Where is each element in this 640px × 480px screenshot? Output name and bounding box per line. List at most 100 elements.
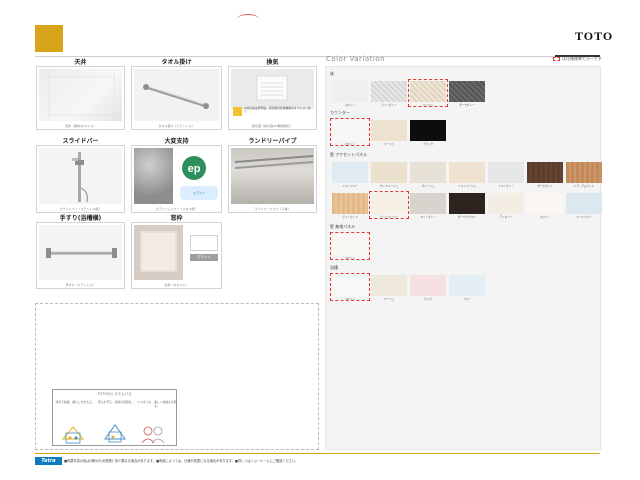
swatch-color (449, 162, 485, 183)
swatch-color (410, 162, 446, 183)
towel-bar-photo (134, 69, 219, 121)
swatch-color (488, 193, 524, 214)
equipment-card-shower: 大変支持 ep エアイン エアインシャワー（メタル調） (131, 136, 222, 213)
equipment-card-window-frame: 窓枠 ホワイト 窓枠（ホワイト） (131, 213, 222, 289)
color-swatch[interactable]: ミストブルー (331, 161, 369, 188)
info-col-1: 清潔で快適、暮らしを支える。 (55, 400, 95, 404)
equipment-title: 窓枠 (170, 215, 183, 222)
swatch-name: ホワイト (344, 104, 356, 107)
equipment-frame: ランドリーパイプ（２本） (228, 145, 317, 213)
swatch-name: ミディアムウッド (573, 185, 595, 188)
swatch-color (410, 81, 446, 102)
swatch-name: ライトベージュ (380, 216, 398, 219)
equipment-card-handrail: 手すり(浴槽横) 手すり（ステンレス） (36, 213, 125, 289)
swatch-name: グレージュ (421, 185, 435, 188)
swatch-name: ベージュ (383, 143, 395, 146)
info-box: TOTOのシステムバス 清潔で快適、暮らしを支える。 安心を守る、家族の笑顔を。… (52, 389, 177, 446)
air-in-badge: エアイン (180, 186, 218, 200)
color-swatch-standard[interactable]: ホワイト (330, 232, 370, 260)
shower-photo (134, 148, 173, 204)
color-swatch[interactable]: ベージュ (370, 119, 408, 146)
swatch-name: ホワイト (344, 257, 356, 260)
swatch-color (371, 193, 407, 214)
footer: Tetra ■掲載写真の色は印刷のため実物と多少異なる場合があります。■商品によ… (35, 457, 600, 466)
swatch-color (371, 162, 407, 183)
swatch-color (410, 120, 446, 141)
swatch-color (566, 193, 602, 214)
swatch-color (332, 81, 368, 102)
swatch-color (527, 193, 563, 214)
color-section-label: カウンター (330, 110, 350, 115)
equipment-caption: 窓枠（ホワイト） (164, 283, 189, 287)
color-swatch[interactable]: アイボリー (487, 192, 525, 219)
swatch-color (488, 162, 524, 183)
equipment-card-laundry-pipe: ランドリーパイプ ランドリーパイプ（２本） (228, 136, 317, 213)
color-swatch[interactable]: ミストグレー (487, 161, 525, 188)
swatch-name: ブルー (463, 298, 471, 301)
color-swatch-standard[interactable]: ライトベージュ (369, 191, 409, 219)
color-swatch-standard[interactable]: ホワイト (330, 118, 370, 146)
swatch-name: ミストベージュ (458, 185, 476, 188)
swatch-name: ライトウッド (342, 216, 358, 219)
color-swatch[interactable]: ベージュ (370, 274, 408, 301)
window-frame-photo (134, 225, 183, 280)
swatch-color (332, 234, 368, 255)
white-sample-swatch (190, 235, 218, 251)
equipment-title: 天井 (74, 59, 87, 66)
equipment-title: タオル掛け (161, 59, 192, 66)
ventilation-note: ※換気扇は標準品。浴室暖房乾燥機等のオプションあり (244, 106, 311, 114)
color-swatch[interactable]: ホワイト (331, 80, 369, 107)
equipment-frame: 手すり（ステンレス） (36, 222, 125, 289)
info-col-2: 安心を守る、家族の笑顔を。 (97, 400, 135, 404)
color-section-label: 浴槽 (330, 265, 338, 270)
color-swatch[interactable]: ペールブルー (565, 192, 603, 219)
color-swatch[interactable]: ブラック (409, 119, 447, 146)
equipment-frame: 天井（素材/ホワイト） (36, 66, 125, 130)
color-swatch[interactable]: マットグレー (409, 192, 447, 219)
color-swatch[interactable]: ライトグレー (370, 80, 408, 107)
swatch-color (449, 81, 485, 102)
color-swatch[interactable]: ライトウッド (331, 192, 369, 219)
equipment-title: スライドバー (62, 138, 99, 145)
slide-bar-photo (39, 148, 122, 204)
color-swatch[interactable]: ピンク (409, 274, 447, 301)
swatch-name: ホワイト (539, 216, 551, 219)
swatch-name: ミストブルー (342, 185, 358, 188)
footer-rule (35, 453, 600, 454)
swatch-name: ライトグレー (381, 104, 397, 107)
equipment-caption: スライドバー（ステンレス調） (59, 207, 102, 211)
swatch-name: ベージュ (383, 298, 395, 301)
eco-mark-icon: ep (178, 152, 210, 184)
color-swatch[interactable]: サンドベージュ (370, 161, 408, 188)
equipment-caption: エアインシャワー（メタル調） (155, 207, 198, 211)
swatch-color (449, 275, 485, 296)
color-swatch-standard[interactable]: ベージュ (408, 79, 448, 107)
color-legend: は仕様標準カラーです (553, 56, 602, 62)
color-swatch[interactable]: ミディアムウッド (565, 161, 603, 188)
swatch-name: ブラック (422, 143, 434, 146)
footer-logo: Tetra (35, 457, 62, 465)
color-swatch[interactable]: ブルー (448, 274, 486, 301)
swatch-name: マットグレー (420, 216, 436, 219)
color-swatch[interactable]: グレージュ (409, 161, 447, 188)
color-section-label: 壁 無地パネル (330, 224, 356, 229)
equipment-caption: 天井（素材/ホワイト） (64, 124, 96, 128)
equipment-caption: ランドリーパイプ（２本） (254, 207, 291, 211)
swatch-color (332, 162, 368, 183)
legend-dashed-box-icon (553, 57, 560, 61)
color-variation-title: Color Variation (326, 55, 386, 63)
equipment-frame: スライドバー（ステンレス調） (36, 145, 125, 213)
color-swatch[interactable]: ダークグレー (448, 80, 486, 107)
footer-notes: ■掲載写真の色は印刷のため実物と多少異なる場合があります。■商品によっては、仕様… (64, 459, 299, 463)
swatch-color (371, 81, 407, 102)
color-swatch-standard[interactable]: ホワイト (330, 273, 370, 301)
equipment-card-ventilation: 換気 ※換気扇は標準品。浴室暖房乾燥機等のオプションあり 換気扇（換気扇/24時… (228, 57, 317, 130)
color-swatch[interactable]: ダークブラウン (448, 192, 486, 219)
swatch-name: ベージュ (422, 104, 434, 107)
equipment-caption: タオル掛け（ステンレス） (158, 124, 195, 128)
color-swatch[interactable]: ミストベージュ (448, 161, 486, 188)
color-swatch[interactable]: ダークウッド (526, 161, 564, 188)
color-swatch[interactable]: ホワイト (526, 192, 564, 219)
ceiling-photo (39, 69, 122, 121)
equipment-card-towel-bar: タオル掛け タオル掛け（ステンレス） (131, 57, 222, 130)
